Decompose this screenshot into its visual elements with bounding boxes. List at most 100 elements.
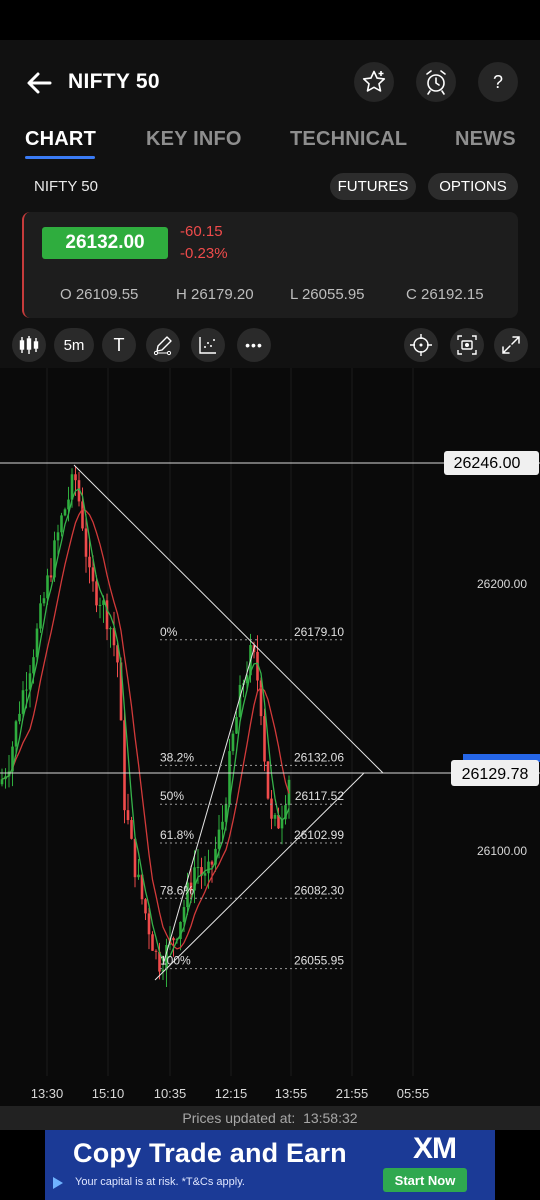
price-chart[interactable]: 0% 26179.10 38.2% 26132.06 50% 26117.52 61.8% 2… xyxy=(0,368,540,1106)
last-price: 26132.00 xyxy=(42,227,168,259)
help-icon[interactable]: ? xyxy=(478,62,518,102)
fib-level-percent: 38.2% xyxy=(160,750,194,764)
candle-body xyxy=(221,821,224,830)
price-alert-icon[interactable] xyxy=(416,62,456,102)
candle-body xyxy=(151,934,154,951)
candle-body xyxy=(18,713,21,722)
ad-info-icon[interactable] xyxy=(51,1176,65,1190)
x-axis-label: 15:10 xyxy=(92,1086,125,1101)
price-update-bar: Prices updated at: 13:58:32 xyxy=(0,1106,540,1130)
y-axis-label: 26200.00 xyxy=(477,577,527,591)
tab-key-info[interactable]: KEY INFO xyxy=(146,128,242,151)
interval-selector[interactable]: 5m xyxy=(54,328,94,362)
options-button[interactable]: OPTIONS xyxy=(428,173,518,200)
candle-body xyxy=(273,814,277,819)
watchlist-star-icon[interactable] xyxy=(354,62,394,102)
fib-level-percent: 0% xyxy=(160,625,178,639)
open-value: O 26109.55 xyxy=(60,286,139,303)
candle-body xyxy=(42,598,46,604)
candle-body xyxy=(91,567,95,582)
ad-banner[interactable]: Copy Trade and Earn Your capital is at r… xyxy=(45,1130,495,1200)
candle-body xyxy=(137,874,140,878)
candle-body xyxy=(210,861,214,865)
candle-body xyxy=(144,899,147,914)
candle-body xyxy=(217,829,221,849)
candle-body xyxy=(60,515,63,533)
candle-body xyxy=(196,867,200,869)
current-price-tag-label: 26129.78 xyxy=(462,766,529,783)
updated-time: 13:58:32 xyxy=(303,1110,358,1126)
candle-body xyxy=(235,717,238,734)
instrument-name: NIFTY 50 xyxy=(34,178,98,195)
candles-icon[interactable] xyxy=(12,328,46,362)
tab-chart[interactable]: CHART xyxy=(25,128,96,151)
candle-body xyxy=(270,798,273,819)
futures-button[interactable]: FUTURES xyxy=(330,173,416,200)
candle-body xyxy=(14,721,18,747)
candle-body xyxy=(231,733,235,752)
candle-body xyxy=(46,575,49,599)
candle-body xyxy=(126,810,130,821)
candle-body xyxy=(147,913,151,935)
back-arrow-icon[interactable] xyxy=(24,68,54,98)
candle-body xyxy=(74,474,77,481)
quote-card: 26132.00 -60.15 -0.23% O 26109.55 H 2617… xyxy=(22,212,518,318)
crosshair-icon[interactable] xyxy=(404,328,438,362)
fibonacci-retracement[interactable]: 0% 26179.10 38.2% 26132.06 50% 26117.52 61.8% 2… xyxy=(160,625,345,970)
fib-level-percent: 50% xyxy=(160,789,184,803)
fib-level-percent: 100% xyxy=(160,954,191,968)
tab-technical[interactable]: TECHNICAL xyxy=(290,128,407,151)
fib-level-price: 26132.06 xyxy=(294,750,344,764)
fib-level-price: 26179.10 xyxy=(294,625,344,639)
instrument-row: NIFTY 50 FUTURES OPTIONS xyxy=(0,168,540,210)
x-axis-label: 13:55 xyxy=(275,1086,308,1101)
ad-title: Copy Trade and Earn xyxy=(73,1138,347,1168)
low-value: L 26055.95 xyxy=(290,286,365,303)
text-tool-button[interactable]: T xyxy=(102,328,136,362)
x-axis-label: 05:55 xyxy=(397,1086,430,1101)
y-axis-label: 26100.00 xyxy=(477,844,527,858)
candle-body xyxy=(182,907,186,922)
x-axis-label: 21:55 xyxy=(336,1086,369,1101)
high-price-tag-label: 26246.00 xyxy=(454,455,521,472)
candle-body xyxy=(25,689,28,691)
indicators-icon[interactable] xyxy=(191,328,225,362)
candle-body xyxy=(266,761,270,799)
expand-icon[interactable] xyxy=(494,328,528,362)
upper-trendline[interactable] xyxy=(73,464,384,774)
fib-level-percent: 78.6% xyxy=(160,883,194,897)
tab-news[interactable]: NEWS xyxy=(455,128,516,151)
close-value: C 26192.15 xyxy=(406,286,484,303)
pen-icon[interactable] xyxy=(146,328,180,362)
status-bar xyxy=(0,0,540,40)
fib-level-price: 26082.30 xyxy=(294,883,344,897)
page-title: NIFTY 50 xyxy=(68,70,160,93)
candle-body xyxy=(0,779,4,785)
candle-body xyxy=(130,820,133,839)
chart-canvas[interactable]: 0% 26179.10 38.2% 26132.06 50% 26117.52 61.8% 2… xyxy=(0,368,540,1106)
updated-label: Prices updated at: xyxy=(182,1110,296,1126)
fib-anchor-line[interactable] xyxy=(162,644,256,966)
candle-body xyxy=(172,938,175,941)
candle-body xyxy=(263,716,266,762)
candle-body xyxy=(39,603,42,629)
fib-level-price: 26055.95 xyxy=(294,954,344,968)
candle-body xyxy=(56,532,60,541)
candle-body xyxy=(123,720,126,811)
high-value: H 26179.20 xyxy=(176,286,254,303)
candle-body xyxy=(49,575,53,578)
candle-body xyxy=(98,604,102,606)
candle-body xyxy=(154,950,158,952)
candle-body xyxy=(63,509,67,516)
tab-bar: CHART KEY INFO TECHNICAL NEWS xyxy=(0,126,540,168)
candle-body xyxy=(203,873,207,876)
candle-body xyxy=(21,690,25,714)
screenshot-icon[interactable] xyxy=(450,328,484,362)
more-tools-button[interactable]: ••• xyxy=(237,328,271,362)
chart-toolbar: 5m T ••• xyxy=(0,322,540,368)
ad-start-now-button[interactable]: Start Now xyxy=(383,1168,467,1192)
candle-body xyxy=(95,581,98,606)
candle-body xyxy=(133,838,137,878)
ad-disclaimer: Your capital is at risk. *T&Cs apply. xyxy=(75,1176,245,1188)
candle-body xyxy=(109,628,112,630)
